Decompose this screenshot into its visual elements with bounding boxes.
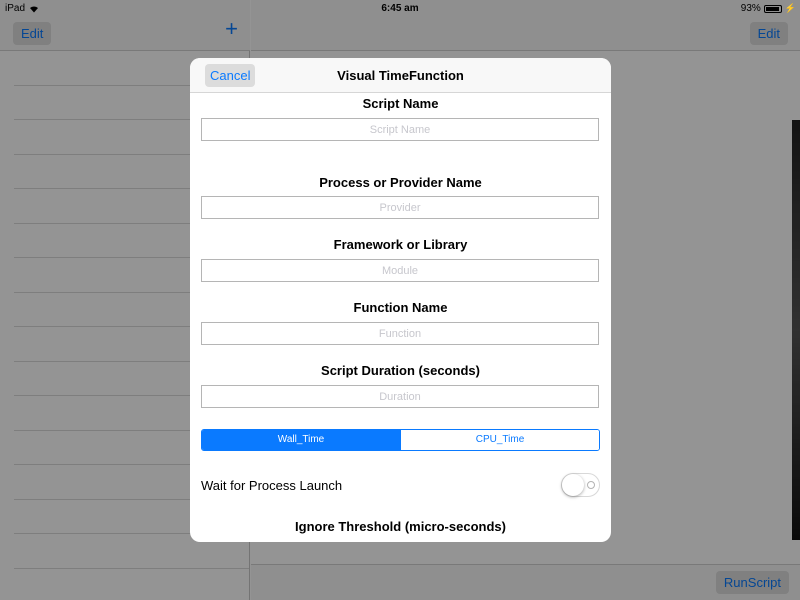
duration-field[interactable] <box>201 385 599 408</box>
dialog-header: Cancel Visual TimeFunction <box>190 58 611 93</box>
threshold-label: Ignore Threshold (micro-seconds) <box>295 519 506 534</box>
time-type-segmented-control: Wall_Time CPU_Time <box>201 429 600 451</box>
provider-field[interactable] <box>201 196 599 219</box>
duration-label: Script Duration (seconds) <box>321 363 480 378</box>
wait-launch-label: Wait for Process Launch <box>201 478 343 493</box>
segment-cpu-time[interactable]: CPU_Time <box>400 430 599 450</box>
battery-percent: 93% <box>740 3 761 14</box>
status-bar: iPad 6:45 am 93% ⚡ <box>0 0 800 18</box>
module-label: Framework or Library <box>333 237 468 252</box>
wait-launch-toggle[interactable] <box>561 473 600 497</box>
dialog-title: Visual TimeFunction <box>337 68 464 83</box>
function-label: Function Name <box>353 300 448 315</box>
wait-launch-row: Wait for Process Launch <box>201 473 600 499</box>
script-name-field[interactable] <box>201 118 599 141</box>
segment-wall-time[interactable]: Wall_Time <box>202 430 400 450</box>
script-name-label: Script Name <box>362 96 439 111</box>
toggle-off-icon <box>587 481 595 489</box>
provider-label: Process or Provider Name <box>319 175 482 190</box>
module-field[interactable] <box>201 259 599 282</box>
visual-timefunction-dialog: Cancel Visual TimeFunction Script Name P… <box>190 58 611 542</box>
function-field[interactable] <box>201 322 599 345</box>
status-time: 6:45 am <box>381 3 419 14</box>
battery-icon <box>763 4 782 13</box>
toggle-knob <box>562 474 584 496</box>
charging-icon: ⚡ <box>784 3 796 13</box>
